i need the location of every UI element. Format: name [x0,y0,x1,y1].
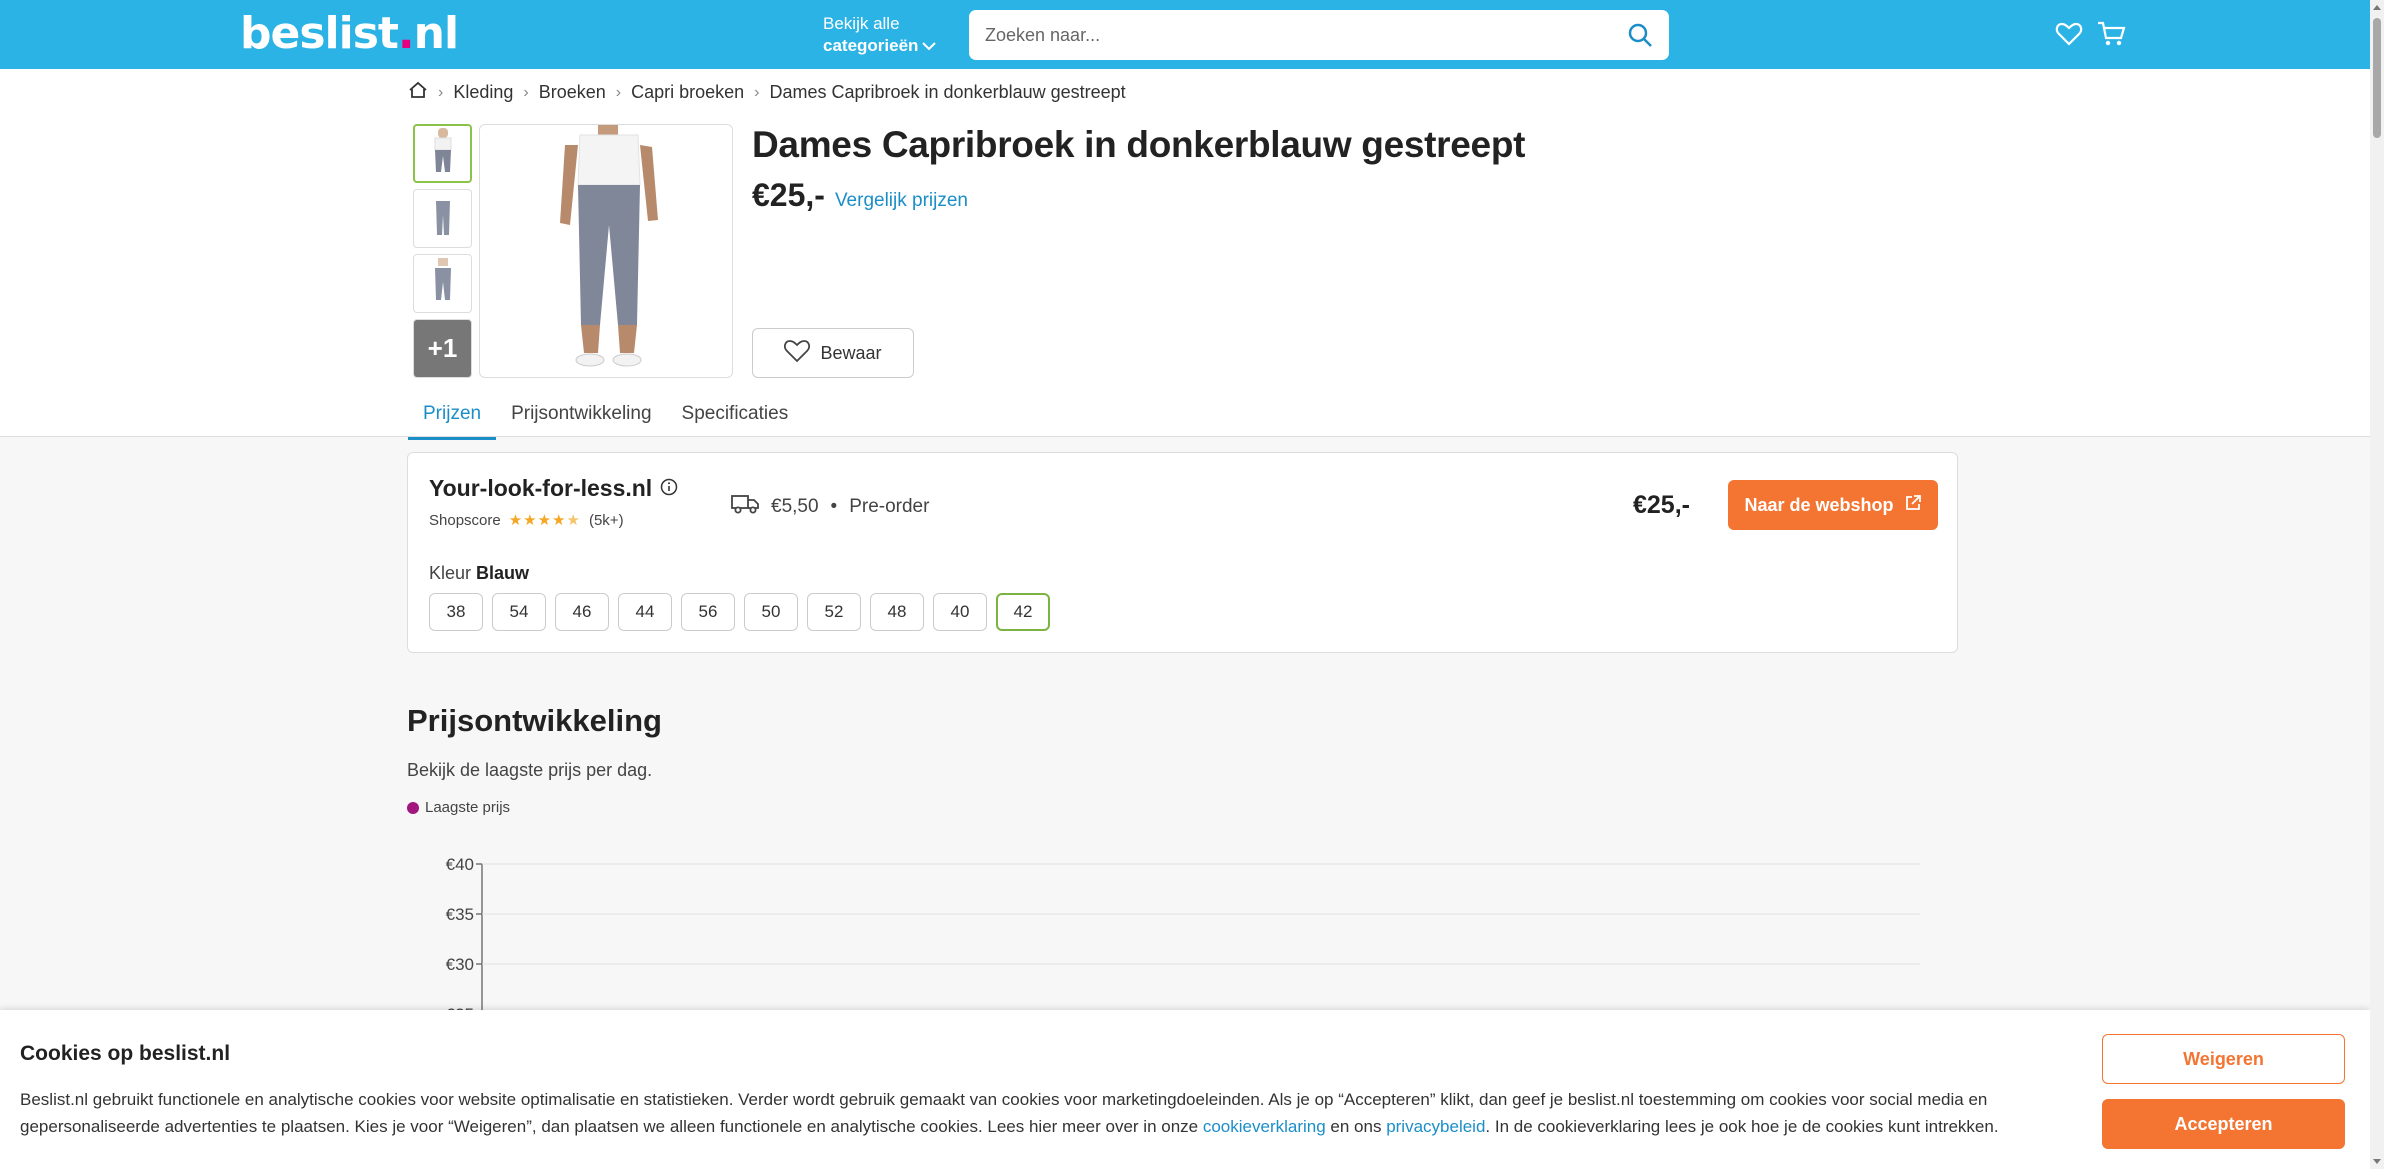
y-tick-label: €40 [446,855,474,874]
heart-icon[interactable] [2055,20,2083,53]
color-value: Blauw [476,563,530,583]
rating-stars-icon: ★★★★★ [508,512,581,529]
legend-dot-icon [407,801,419,814]
chevron-down-icon [922,35,937,57]
offer-card: Your-look-for-less.nl Shopscore ★★★★★ (5… [407,452,1958,653]
size-option[interactable]: 48 [870,593,924,631]
more-images-count: +1 [427,333,458,363]
shop-name[interactable]: Your-look-for-less.nl [429,475,652,502]
categories-line2: categorieën [823,36,919,55]
all-categories-button[interactable]: Bekijk alle categorieën [823,13,937,57]
page-scrollbar[interactable] [2370,0,2384,1169]
categories-line1: Bekijk alle [823,14,900,33]
y-tick-label: €30 [446,955,474,974]
tab-specificaties[interactable]: Specificaties [667,393,804,440]
review-count: (5k+) [588,511,624,529]
chart-legend: Laagste prijs [407,799,510,816]
search-icon[interactable] [1627,22,1653,53]
cookie-banner: Cookies op beslist.nl Beslist.nl gebruik… [0,1010,2370,1169]
size-option[interactable]: 50 [744,593,798,631]
logo-tld: nl [413,8,459,59]
legend-label: Laagste prijs [425,799,511,816]
cookie-statement-link[interactable]: cookieverklaring [1203,1117,1326,1136]
chevron-right-icon: › [438,83,444,101]
size-option[interactable]: 56 [681,593,735,631]
chevron-right-icon: › [754,83,760,101]
product-main-image[interactable] [479,124,733,378]
scrollbar-thumb[interactable] [2373,18,2381,138]
price-history-chart: €40€35€30€25 [446,855,1920,1018]
product-title: Dames Capribroek in donkerblauw gestreep… [752,124,1526,165]
breadcrumb-item[interactable]: Broeken [539,82,606,103]
logo-main: beslist [240,8,399,59]
cookie-text: Beslist.nl gebruikt functionele en analy… [20,1086,2070,1140]
go-to-webshop-label: Naar de webshop [1744,494,1894,515]
scroll-down-arrow-icon[interactable] [2373,1159,2381,1164]
product-price: €25,- [752,177,825,213]
beslist-logo[interactable]: beslist.nl [240,8,459,59]
scroll-up-arrow-icon[interactable] [2373,5,2381,10]
truck-icon [731,493,759,521]
chevron-right-icon: › [615,83,622,101]
cookie-title: Cookies op beslist.nl [20,1042,231,1065]
thumbnail-image[interactable] [413,124,472,183]
thumbnail-image[interactable] [413,189,472,248]
shopscore-label: Shopscore [429,511,501,529]
home-icon[interactable] [408,81,428,104]
size-option[interactable]: 54 [492,593,546,631]
shipping-cost: €5,50 [771,496,819,517]
more-images-thumbnail[interactable]: +1 [413,319,472,378]
size-options: 38 54 46 44 56 50 52 48 40 42 [429,593,1050,631]
size-option[interactable]: 44 [618,593,672,631]
price-history-title: Prijsontwikkeling [407,703,662,738]
y-tick-label: €35 [446,905,474,924]
cookie-text-part2: en ons [1325,1117,1387,1136]
size-option-selected[interactable]: 42 [996,593,1050,631]
search-input[interactable] [985,22,1585,48]
price-history-subtitle: Bekijk de laagste prijs per dag. [407,760,653,780]
availability-status: Pre-order [849,496,930,517]
thumbnail-list: +1 [413,124,473,384]
product-tabs: Prijzen Prijsontwikkeling Specificaties [408,393,803,440]
privacy-policy-link[interactable]: privacybeleid [1386,1117,1485,1136]
compare-prices-link[interactable]: Vergelijk prijzen [835,190,968,212]
cookie-text-part3: . In de cookieverklaring lees je ook hoe… [1485,1117,1999,1136]
color-label: Kleur [429,563,472,583]
external-link-icon [1904,494,1922,517]
size-option[interactable]: 40 [933,593,987,631]
info-icon[interactable] [660,475,678,502]
go-to-webshop-button[interactable]: Naar de webshop [1728,480,1938,530]
site-header: beslist.nl Bekijk alle categorieën [0,0,2370,69]
chevron-right-icon: › [523,83,529,101]
accept-cookies-button[interactable]: Accepteren [2102,1099,2345,1149]
cart-icon[interactable] [2097,20,2127,53]
separator-bullet: • [830,496,838,517]
save-button[interactable]: Bewaar [752,328,914,378]
size-option[interactable]: 52 [807,593,861,631]
search-bar [969,10,1669,60]
thumbnail-image[interactable] [413,254,472,313]
heart-outline-icon [784,339,811,368]
tab-prijsontwikkeling[interactable]: Prijsontwikkeling [496,393,666,440]
size-option[interactable]: 46 [555,593,609,631]
logo-dot: . [397,8,415,59]
size-option[interactable]: 38 [429,593,483,631]
breadcrumb-item[interactable]: Capri broeken [631,82,744,103]
save-label: Bewaar [820,342,882,363]
breadcrumb: › Kleding › Broeken › Capri broeken › Da… [408,81,1126,104]
decline-cookies-button[interactable]: Weigeren [2102,1034,2345,1084]
offer-price: €25,- [1633,491,1690,519]
tab-prijzen[interactable]: Prijzen [408,393,497,440]
breadcrumb-item[interactable]: Kleding [453,82,513,103]
color-info: Kleur Blauw [429,563,529,584]
breadcrumb-current: Dames Capribroek in donkerblauw gestreep… [769,82,1126,102]
